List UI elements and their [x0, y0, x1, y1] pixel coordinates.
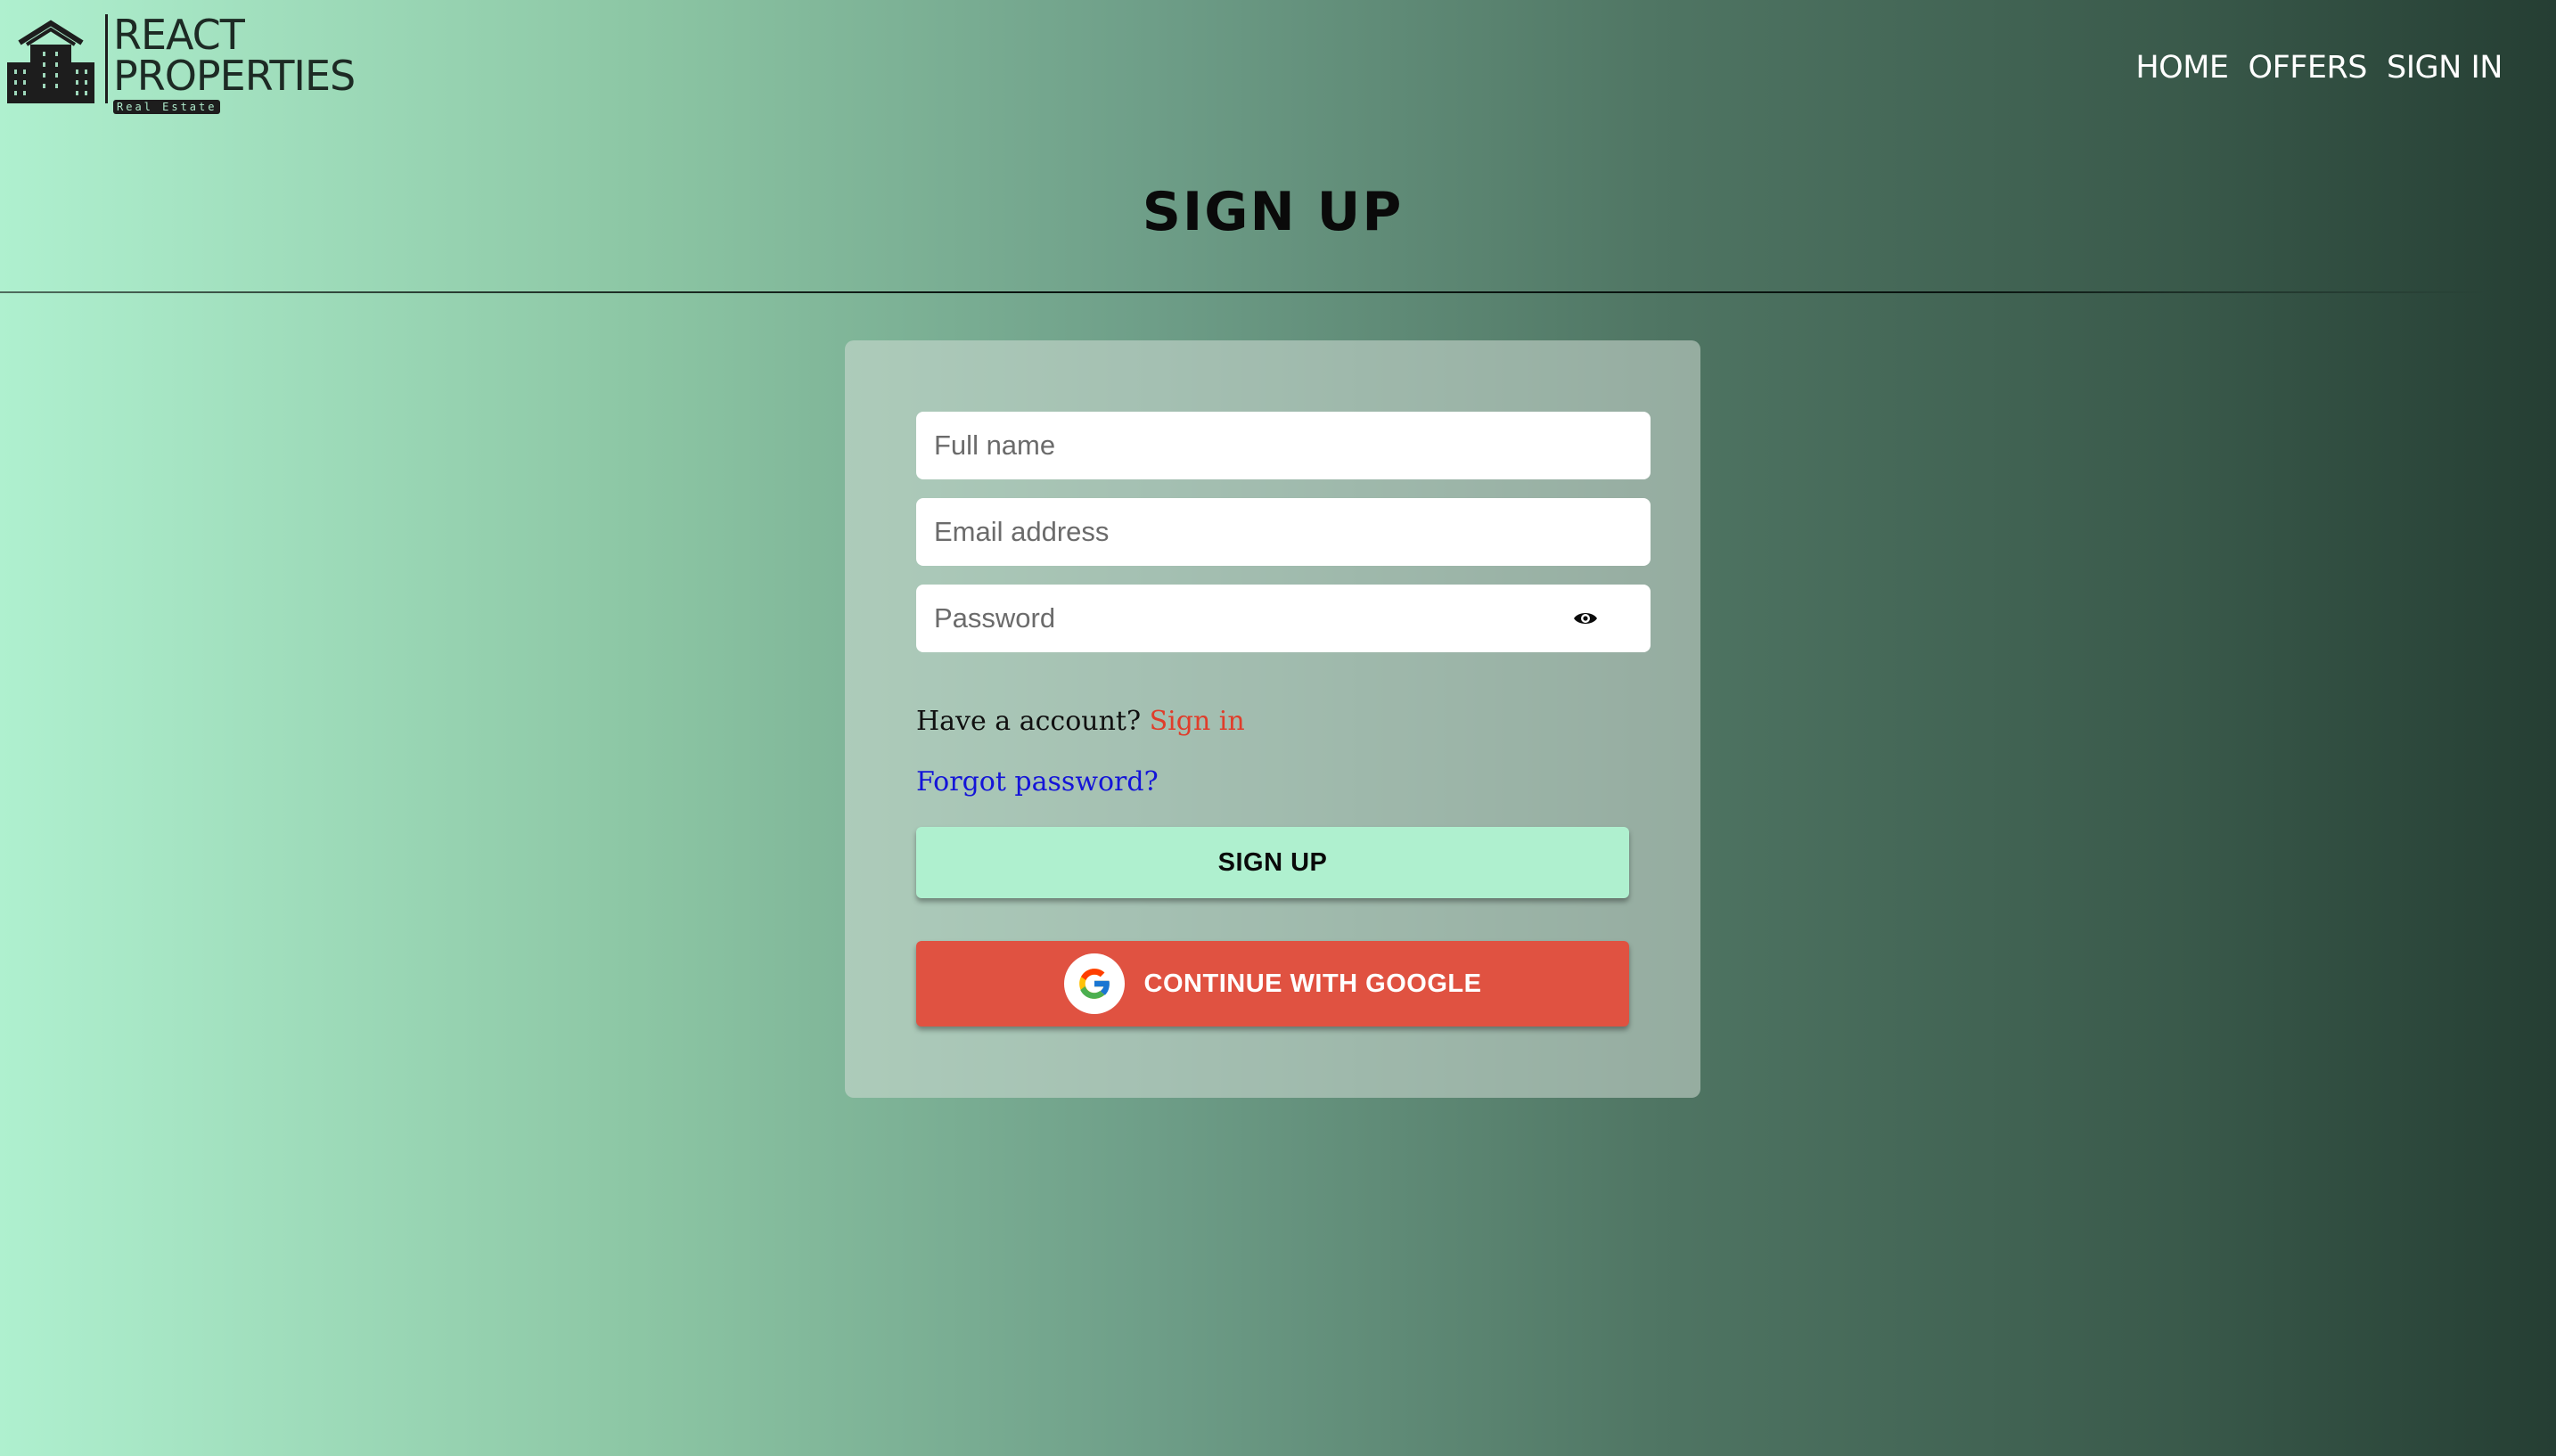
- full-name-input[interactable]: [916, 412, 1651, 479]
- signup-form-card: Have a account? Sign in Forgot password?…: [845, 340, 1700, 1098]
- page-title: SIGN UP: [1142, 181, 1404, 243]
- logo-divider: [105, 14, 108, 103]
- password-input[interactable]: [916, 585, 1651, 652]
- site-logo[interactable]: REACT PROPERTIES Real Estate: [7, 14, 356, 114]
- google-button-label: CONTINUE WITH GOOGLE: [1143, 969, 1482, 998]
- email-field-wrap: [916, 498, 1651, 566]
- continue-with-google-button[interactable]: CONTINUE WITH GOOGLE: [916, 941, 1629, 1027]
- logo-line-2: PROPERTIES: [113, 52, 356, 100]
- nav-sign-in[interactable]: SIGN IN: [2387, 49, 2503, 86]
- full-name-field-wrap: [916, 412, 1651, 479]
- sign-in-link[interactable]: Sign in: [1150, 706, 1245, 737]
- email-input[interactable]: [916, 498, 1651, 566]
- logo-tagline: Real Estate: [113, 100, 221, 114]
- nav-home[interactable]: HOME: [2135, 49, 2229, 86]
- eye-icon[interactable]: [1572, 608, 1599, 629]
- logo-line-1: REACT: [113, 11, 245, 59]
- logo-wordmark: REACT PROPERTIES Real Estate: [113, 11, 356, 114]
- have-account-line: Have a account? Sign in: [916, 704, 1245, 740]
- google-g-icon: [1063, 953, 1125, 1014]
- building-icon: [7, 14, 94, 103]
- nav-offers[interactable]: OFFERS: [2249, 49, 2368, 86]
- have-account-text: Have a account?: [916, 706, 1142, 737]
- title-divider: [0, 291, 2486, 293]
- main-nav: HOME OFFERS SIGN IN: [2135, 49, 2503, 86]
- site-header: REACT PROPERTIES Real Estate HOME OFFERS…: [0, 0, 2556, 125]
- sign-up-button[interactable]: SIGN UP: [916, 827, 1629, 898]
- forgot-password-link[interactable]: Forgot password?: [916, 765, 1159, 800]
- password-field-wrap: [916, 585, 1651, 652]
